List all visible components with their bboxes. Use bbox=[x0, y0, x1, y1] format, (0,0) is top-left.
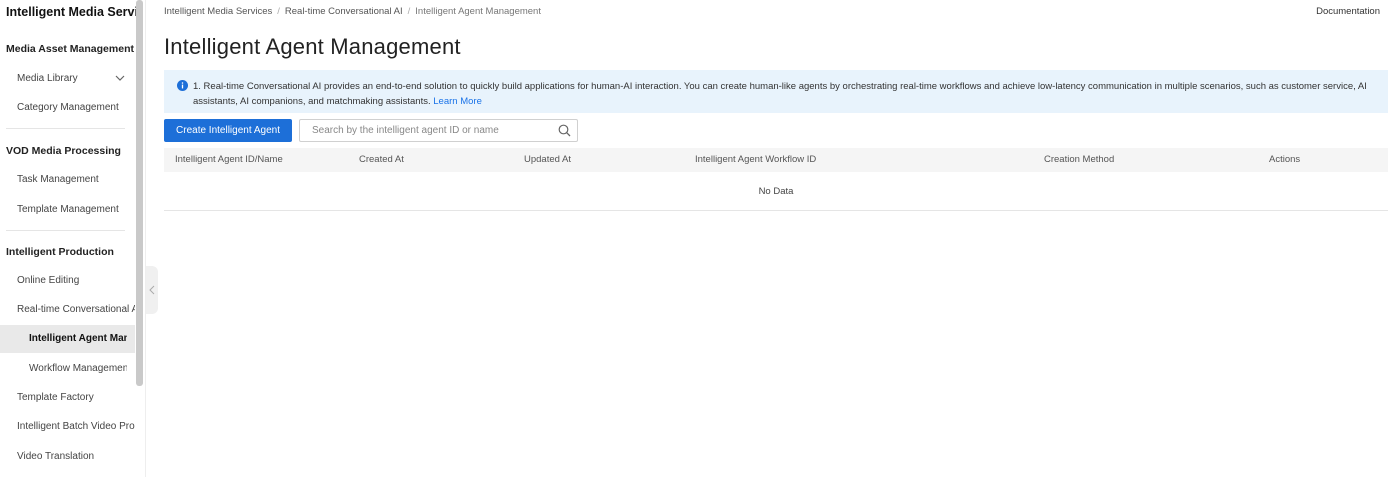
sidebar-divider bbox=[6, 128, 125, 129]
sidebar-group-production[interactable]: Intelligent Production bbox=[6, 246, 134, 258]
sidebar-group-media-asset[interactable]: Media Asset Management bbox=[6, 43, 134, 55]
chevron-left-icon bbox=[149, 285, 155, 295]
create-agent-button[interactable]: Create Intelligent Agent bbox=[164, 119, 292, 142]
search-icon[interactable] bbox=[558, 124, 571, 137]
breadcrumb-link-ims[interactable]: Intelligent Media Services bbox=[164, 6, 272, 17]
sidebar-item-task-management[interactable]: Task Management bbox=[17, 174, 135, 185]
breadcrumb-separator: / bbox=[407, 6, 411, 17]
agents-table: Intelligent Agent ID/Name Created At Upd… bbox=[164, 148, 1388, 211]
sidebar: Intelligent Media Services Media Asset M… bbox=[0, 0, 146, 477]
table-body: No Data bbox=[164, 172, 1388, 211]
sidebar-item-video-translation[interactable]: Video Translation bbox=[17, 451, 135, 462]
sidebar-item-template-management[interactable]: Template Management bbox=[17, 204, 135, 215]
sidebar-item-realtime-conversational[interactable]: Real-time Conversational AI bbox=[17, 304, 135, 315]
sidebar-title[interactable]: Intelligent Media Services bbox=[6, 5, 138, 19]
page-title: Intelligent Agent Management bbox=[164, 34, 461, 59]
sidebar-collapse-toggle[interactable] bbox=[146, 266, 158, 314]
sidebar-item-template-factory[interactable]: Template Factory bbox=[17, 392, 135, 403]
column-header-actions: Actions bbox=[1269, 154, 1301, 165]
column-header-created-at: Created At bbox=[359, 154, 404, 165]
breadcrumb-link-realtime[interactable]: Real-time Conversational AI bbox=[285, 6, 403, 17]
breadcrumb-separator: / bbox=[277, 6, 280, 17]
column-header-workflow-id: Intelligent Agent Workflow ID bbox=[695, 154, 817, 165]
alert-message: 1. Real-time Conversational AI provides … bbox=[193, 81, 1367, 107]
documentation-link[interactable]: Documentation bbox=[1316, 6, 1380, 17]
sidebar-scrollbar[interactable] bbox=[136, 0, 143, 386]
column-header-updated-at: Updated At bbox=[524, 154, 572, 165]
sidebar-item-category-management[interactable]: Category Management bbox=[17, 102, 135, 113]
learn-more-link[interactable]: Learn More bbox=[433, 96, 482, 107]
column-header-id-name: Intelligent Agent ID/Name bbox=[175, 154, 283, 165]
info-icon bbox=[177, 80, 188, 91]
sidebar-item-workflow-management[interactable]: Workflow Management bbox=[29, 363, 127, 374]
sidebar-item-online-editing[interactable]: Online Editing bbox=[17, 275, 135, 286]
search-box bbox=[299, 119, 578, 142]
breadcrumb-current: Intelligent Agent Management bbox=[415, 6, 541, 17]
column-header-creation-method: Creation Method bbox=[1044, 154, 1115, 165]
info-alert: 1. Real-time Conversational AI provides … bbox=[164, 70, 1388, 113]
alert-text: 1. Real-time Conversational AI provides … bbox=[193, 79, 1373, 109]
chevron-down-icon[interactable] bbox=[114, 72, 126, 84]
sidebar-item-batch-video[interactable]: Intelligent Batch Video Production bbox=[17, 421, 135, 432]
sidebar-item-intelligent-agent[interactable]: Intelligent Agent Management bbox=[29, 333, 127, 344]
breadcrumb: Intelligent Media Services / Real-time Con… bbox=[164, 6, 541, 17]
sidebar-group-vod[interactable]: VOD Media Processing bbox=[6, 145, 134, 157]
search-input[interactable] bbox=[300, 120, 550, 141]
sidebar-divider bbox=[6, 230, 125, 231]
empty-state-text: No Data bbox=[758, 186, 794, 197]
table-header: Intelligent Agent ID/Name Created At Upd… bbox=[164, 148, 1388, 172]
